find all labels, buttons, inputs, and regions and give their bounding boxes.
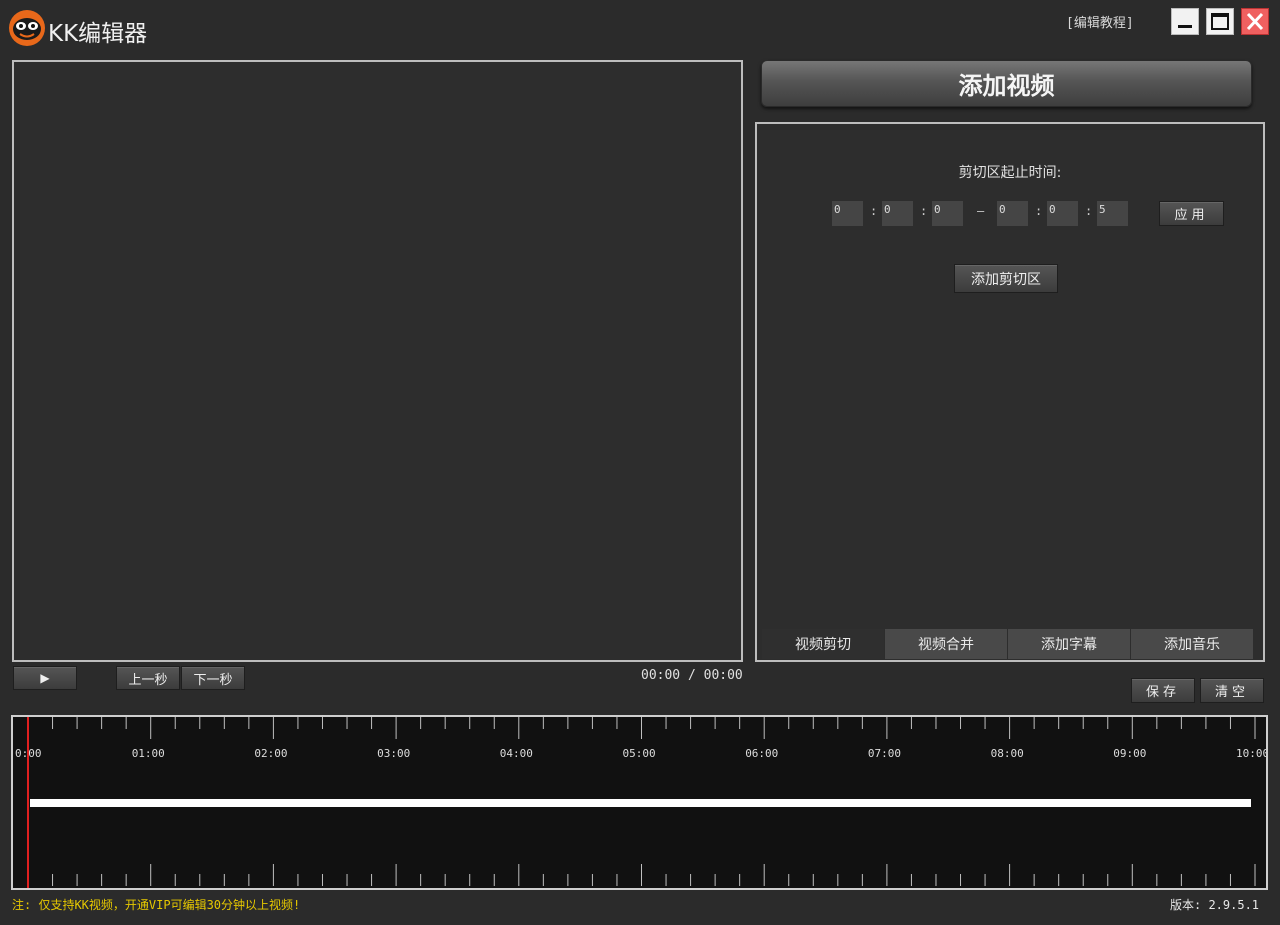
end-second-input[interactable]: 5 [1097,201,1128,226]
tick-label: 09:00 [1113,747,1147,760]
next-second-button[interactable]: 下一秒 [181,666,245,690]
play-button[interactable]: ▶ [13,666,77,690]
clip-bar[interactable] [30,799,1251,807]
tick-label: 01:00 [131,747,165,760]
tutorial-link[interactable]: [编辑教程] [1066,12,1134,31]
cut-range-label: 剪切区起止时间: [958,165,1062,181]
tick-label: 03:00 [377,747,411,760]
range-dash: – [977,204,985,218]
video-preview [12,60,743,662]
start-minute-input[interactable]: 0 [882,201,913,226]
minimize-button[interactable] [1171,8,1199,35]
tab-video-merge[interactable]: 视频合并 [885,629,1008,659]
cut-panel: 剪切区起止时间: 0 : 0 : 0 – 0 : 0 : 5 应用 添加剪切区 … [755,122,1265,662]
tab-add-subtitle[interactable]: 添加字幕 [1008,629,1131,659]
apply-button[interactable]: 应用 [1159,201,1224,226]
time-separator: : [870,204,878,218]
minimize-icon [1178,25,1192,28]
tick-label: 04:00 [499,747,533,760]
add-video-button[interactable]: 添加视频 [761,60,1252,107]
time-separator: : [1085,204,1093,218]
app-title: KK编辑器 [48,21,148,47]
tab-video-cut[interactable]: 视频剪切 [762,629,885,659]
play-icon: ▶ [40,671,50,685]
add-cut-region-button[interactable]: 添加剪切区 [954,264,1058,293]
end-minute-input[interactable]: 0 [1047,201,1078,226]
start-second-input[interactable]: 0 [932,201,963,226]
time-separator: : [920,204,928,218]
maximize-icon [1211,13,1229,30]
tick-label: 05:00 [622,747,656,760]
close-icon [1246,12,1264,31]
timeline-ruler [27,717,1256,888]
time-display: 00:00 / 00:00 [641,668,743,683]
tick-label: 07:00 [867,747,902,760]
save-button[interactable]: 保存 [1131,678,1195,703]
maximize-button[interactable] [1206,8,1234,35]
end-hour-input[interactable]: 0 [997,201,1028,226]
version-label: 版本: 2.9.5.1 [1170,898,1260,912]
time-separator: : [1035,204,1043,218]
tick-label: 08:00 [990,747,1024,760]
previous-second-button[interactable]: 上一秒 [116,666,180,690]
footer-note: 注: 仅支持KK视频，开通VIP可编辑30分钟以上视频! [12,898,301,912]
timeline[interactable]: 0:00 01:00 02:00 03:00 04:00 05:00 06:00 07:00 0… [11,715,1268,890]
tick-label: 06:00 [745,747,779,760]
app-logo-icon [8,9,46,47]
tab-add-music[interactable]: 添加音乐 [1131,629,1254,659]
tick-label: 0:00 [15,747,42,760]
tick-label: 02:00 [254,747,288,760]
clear-button[interactable]: 清空 [1200,678,1264,703]
start-hour-input[interactable]: 0 [832,201,863,226]
close-button[interactable] [1241,8,1269,35]
tick-label: 10:00 [1236,747,1268,760]
